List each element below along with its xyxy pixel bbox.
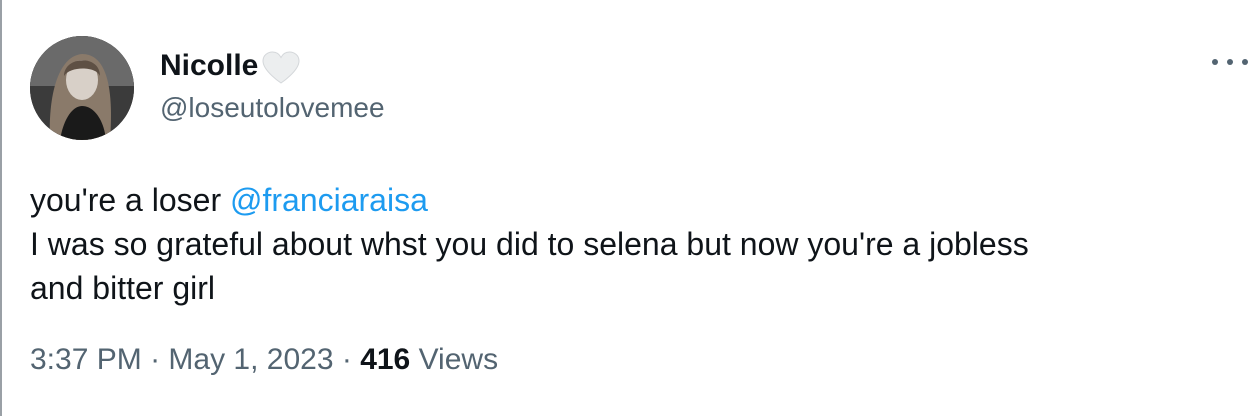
tweet-text: you're a loser @franciaraisa I was so gr… xyxy=(30,178,1230,310)
tweet-text-prefix: you're a loser xyxy=(30,182,230,218)
white-heart-icon xyxy=(260,50,302,86)
display-name-row: Nicolle xyxy=(160,46,302,86)
tweet-line-1: you're a loser @franciaraisa xyxy=(30,178,1230,222)
avatar[interactable] xyxy=(30,36,134,140)
tweet-time[interactable]: 3:37 PM xyxy=(30,343,142,376)
display-name[interactable]: Nicolle xyxy=(160,46,258,86)
tweet-line-3: and bitter girl xyxy=(30,270,215,306)
views-label: Views xyxy=(410,343,499,376)
more-horizontal-icon xyxy=(1212,59,1218,65)
tweet-line-2: I was so grateful about whst you did to … xyxy=(30,226,1029,262)
more-options-button[interactable] xyxy=(1212,50,1248,74)
meta-separator-2: · xyxy=(333,343,361,376)
tweet-date[interactable]: May 1, 2023 xyxy=(168,343,333,376)
tweet-meta: 3:37 PM · May 1, 2023 · 416 Views xyxy=(30,340,498,380)
user-handle[interactable]: @loseutolovemee xyxy=(160,90,385,126)
mention-link[interactable]: @franciaraisa xyxy=(230,182,428,218)
meta-separator: · xyxy=(141,343,169,376)
avatar-image xyxy=(30,36,134,140)
tweet-card: Nicolle @loseutolovemee you're a loser @… xyxy=(0,0,1260,416)
views-count: 416 xyxy=(360,343,411,376)
